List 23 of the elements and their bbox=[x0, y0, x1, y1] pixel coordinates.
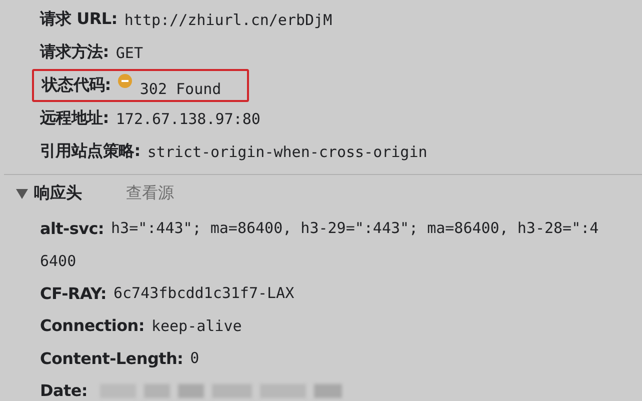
field-value: strict-origin-when-cross-origin bbox=[147, 142, 428, 160]
header-value: keep-alive bbox=[151, 316, 242, 335]
field-label: 远程地址: bbox=[40, 108, 109, 129]
header-value: 6c743fbcdd1c31f7-LAX bbox=[114, 284, 294, 302]
section-title[interactable]: 响应头 bbox=[34, 183, 82, 204]
field-value: 172.67.138.97:80 bbox=[116, 110, 260, 128]
field-value: http://zhiurl.cn/erbDjM bbox=[124, 10, 332, 28]
header-value: 0 bbox=[190, 349, 200, 368]
header-name: Content-Length: bbox=[40, 348, 184, 368]
field-value: 302 Found bbox=[140, 80, 222, 98]
status-dot-icon bbox=[118, 74, 132, 88]
header-value: 6400 bbox=[40, 252, 76, 270]
header-name: alt-svc: bbox=[40, 218, 104, 238]
header-value: h3=":443"; ma=86400, h3-29=":443"; ma=86400, h3-28=":4 bbox=[111, 219, 599, 238]
field-label: 请求方法: bbox=[40, 42, 109, 63]
field-label: 引用站点策略: bbox=[40, 141, 140, 162]
field-value: GET bbox=[116, 44, 143, 62]
field-label: 状态代码: bbox=[42, 75, 111, 96]
field-label: 请求 URL: bbox=[40, 9, 118, 30]
header-name: CF-RAY: bbox=[40, 284, 106, 303]
header-name: Date: bbox=[40, 381, 88, 400]
header-name: Connection: bbox=[40, 316, 144, 336]
caret-icon[interactable] bbox=[16, 188, 28, 198]
